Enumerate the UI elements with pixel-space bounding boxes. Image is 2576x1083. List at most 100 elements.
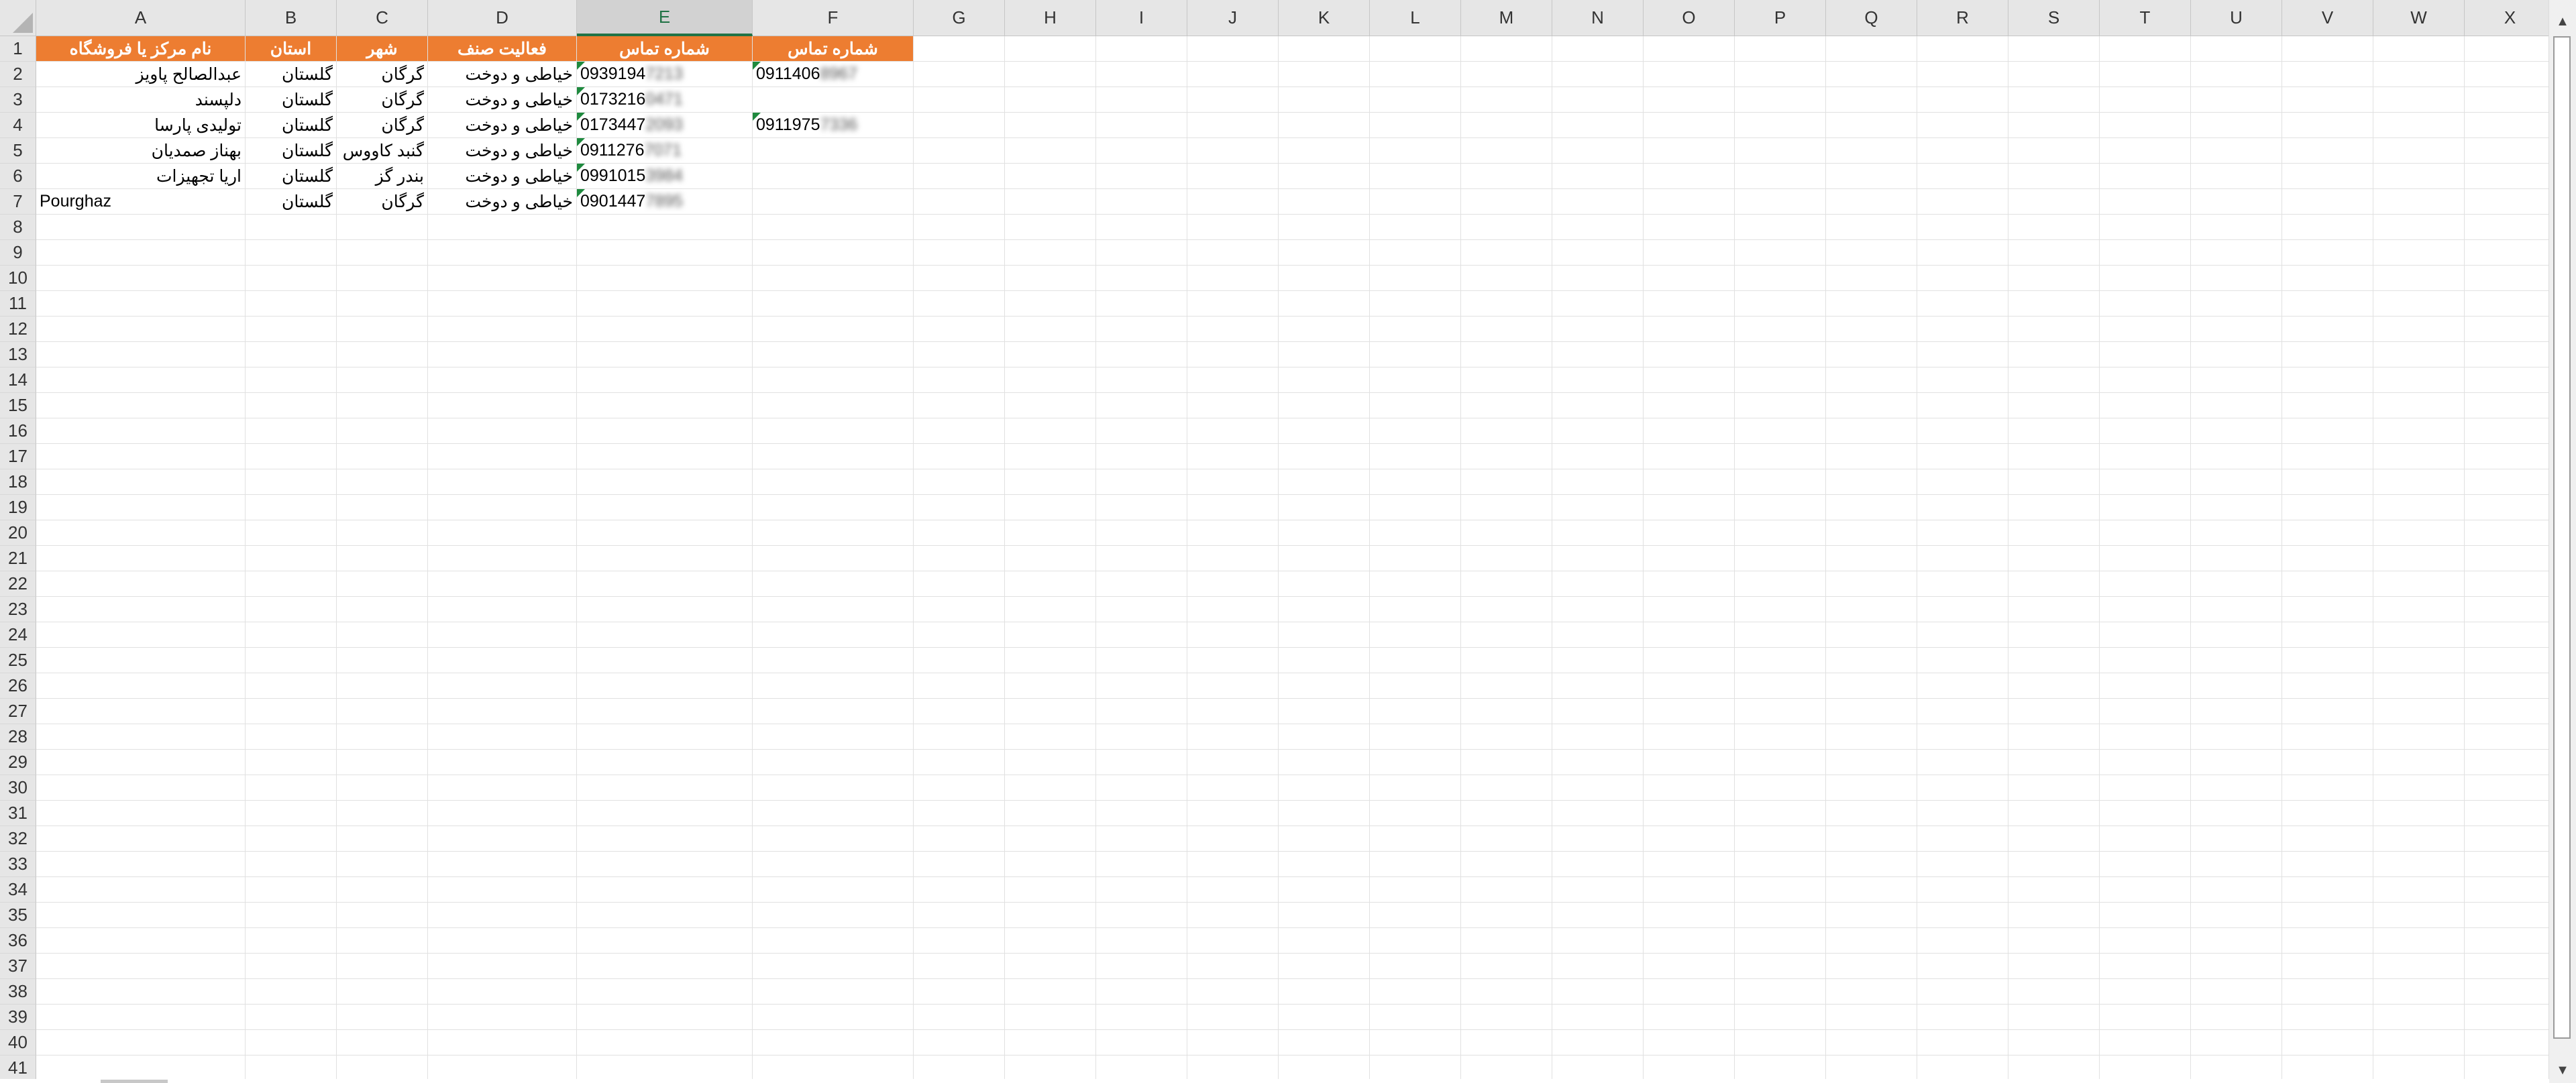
cell-b34[interactable]	[246, 877, 337, 903]
cell-p39[interactable]	[1735, 1005, 1826, 1030]
cell-n5[interactable]	[1552, 138, 1644, 164]
cell-a23[interactable]	[36, 597, 246, 622]
cell-r26[interactable]	[1917, 673, 2008, 699]
cell-i10[interactable]	[1096, 266, 1187, 291]
cell-j22[interactable]	[1187, 571, 1279, 597]
cell-j3[interactable]	[1187, 87, 1279, 113]
cell-q38[interactable]	[1826, 979, 1917, 1005]
cell-k18[interactable]	[1279, 469, 1370, 495]
cell-i41[interactable]	[1096, 1056, 1187, 1081]
cell-l4[interactable]	[1370, 113, 1461, 138]
cell-j23[interactable]	[1187, 597, 1279, 622]
cell-a36[interactable]	[36, 928, 246, 954]
cell-h34[interactable]	[1005, 877, 1096, 903]
cell-u11[interactable]	[2191, 291, 2282, 317]
cell-m14[interactable]	[1461, 367, 1552, 393]
cell-c32[interactable]	[337, 826, 428, 852]
cell-q20[interactable]	[1826, 520, 1917, 546]
cell-c28[interactable]	[337, 724, 428, 750]
cell-u24[interactable]	[2191, 622, 2282, 648]
cell-j31[interactable]	[1187, 801, 1279, 826]
cell-w2[interactable]	[2373, 62, 2465, 87]
cell-g6[interactable]	[914, 164, 1005, 189]
cell-q1[interactable]	[1826, 36, 1917, 62]
row-header-7[interactable]: 7	[0, 189, 36, 215]
cell-e39[interactable]	[577, 1005, 753, 1030]
cell-o14[interactable]	[1644, 367, 1735, 393]
cell-p17[interactable]	[1735, 444, 1826, 469]
cell-w1[interactable]	[2373, 36, 2465, 62]
cell-x36[interactable]	[2465, 928, 2549, 954]
cell-u8[interactable]	[2191, 215, 2282, 240]
row-header-21[interactable]: 21	[0, 546, 36, 571]
cell-d10[interactable]	[428, 266, 577, 291]
cell-o18[interactable]	[1644, 469, 1735, 495]
cell-m1[interactable]	[1461, 36, 1552, 62]
cell-r10[interactable]	[1917, 266, 2008, 291]
cell-s8[interactable]	[2008, 215, 2100, 240]
cell-b12[interactable]	[246, 317, 337, 342]
cell-k32[interactable]	[1279, 826, 1370, 852]
cell-h35[interactable]	[1005, 903, 1096, 928]
cell-d2[interactable]: خیاطی و دوخت	[428, 62, 577, 87]
cell-b39[interactable]	[246, 1005, 337, 1030]
cell-s15[interactable]	[2008, 393, 2100, 418]
cell-k29[interactable]	[1279, 750, 1370, 775]
cell-p33[interactable]	[1735, 852, 1826, 877]
cell-o27[interactable]	[1644, 699, 1735, 724]
cell-h6[interactable]	[1005, 164, 1096, 189]
cell-i31[interactable]	[1096, 801, 1187, 826]
cell-v9[interactable]	[2282, 240, 2373, 266]
cell-w30[interactable]	[2373, 775, 2465, 801]
cell-a9[interactable]	[36, 240, 246, 266]
cell-u7[interactable]	[2191, 189, 2282, 215]
cell-p15[interactable]	[1735, 393, 1826, 418]
cell-p26[interactable]	[1735, 673, 1826, 699]
cell-o31[interactable]	[1644, 801, 1735, 826]
column-header-q[interactable]: Q	[1826, 0, 1917, 36]
cell-d14[interactable]	[428, 367, 577, 393]
cell-f29[interactable]	[753, 750, 914, 775]
cell-f28[interactable]	[753, 724, 914, 750]
cell-b31[interactable]	[246, 801, 337, 826]
cell-s25[interactable]	[2008, 648, 2100, 673]
cell-j18[interactable]	[1187, 469, 1279, 495]
cell-x28[interactable]	[2465, 724, 2549, 750]
cell-x33[interactable]	[2465, 852, 2549, 877]
cell-a12[interactable]	[36, 317, 246, 342]
cell-u22[interactable]	[2191, 571, 2282, 597]
row-header-12[interactable]: 12	[0, 317, 36, 342]
cell-q37[interactable]	[1826, 954, 1917, 979]
cell-j29[interactable]	[1187, 750, 1279, 775]
vertical-scrollbar[interactable]: ▲ ▼	[2548, 0, 2576, 1083]
cell-e8[interactable]	[577, 215, 753, 240]
cell-i16[interactable]	[1096, 418, 1187, 444]
cell-b28[interactable]	[246, 724, 337, 750]
cell-k28[interactable]	[1279, 724, 1370, 750]
cell-g3[interactable]	[914, 87, 1005, 113]
cell-q9[interactable]	[1826, 240, 1917, 266]
cell-r5[interactable]	[1917, 138, 2008, 164]
cell-d27[interactable]	[428, 699, 577, 724]
cell-d35[interactable]	[428, 903, 577, 928]
cell-q25[interactable]	[1826, 648, 1917, 673]
row-header-34[interactable]: 34	[0, 877, 36, 903]
cell-i37[interactable]	[1096, 954, 1187, 979]
cell-t37[interactable]	[2100, 954, 2191, 979]
column-header-b[interactable]: B	[246, 0, 337, 36]
row-header-2[interactable]: 2	[0, 62, 36, 87]
cell-j26[interactable]	[1187, 673, 1279, 699]
row-header-6[interactable]: 6	[0, 164, 36, 189]
cell-u23[interactable]	[2191, 597, 2282, 622]
cell-r41[interactable]	[1917, 1056, 2008, 1081]
cell-j4[interactable]	[1187, 113, 1279, 138]
cell-g40[interactable]	[914, 1030, 1005, 1056]
cell-b18[interactable]	[246, 469, 337, 495]
cell-q14[interactable]	[1826, 367, 1917, 393]
cell-g9[interactable]	[914, 240, 1005, 266]
cell-x41[interactable]	[2465, 1056, 2549, 1081]
cell-j19[interactable]	[1187, 495, 1279, 520]
cell-t15[interactable]	[2100, 393, 2191, 418]
cell-l27[interactable]	[1370, 699, 1461, 724]
column-header-e[interactable]: E	[577, 0, 753, 36]
